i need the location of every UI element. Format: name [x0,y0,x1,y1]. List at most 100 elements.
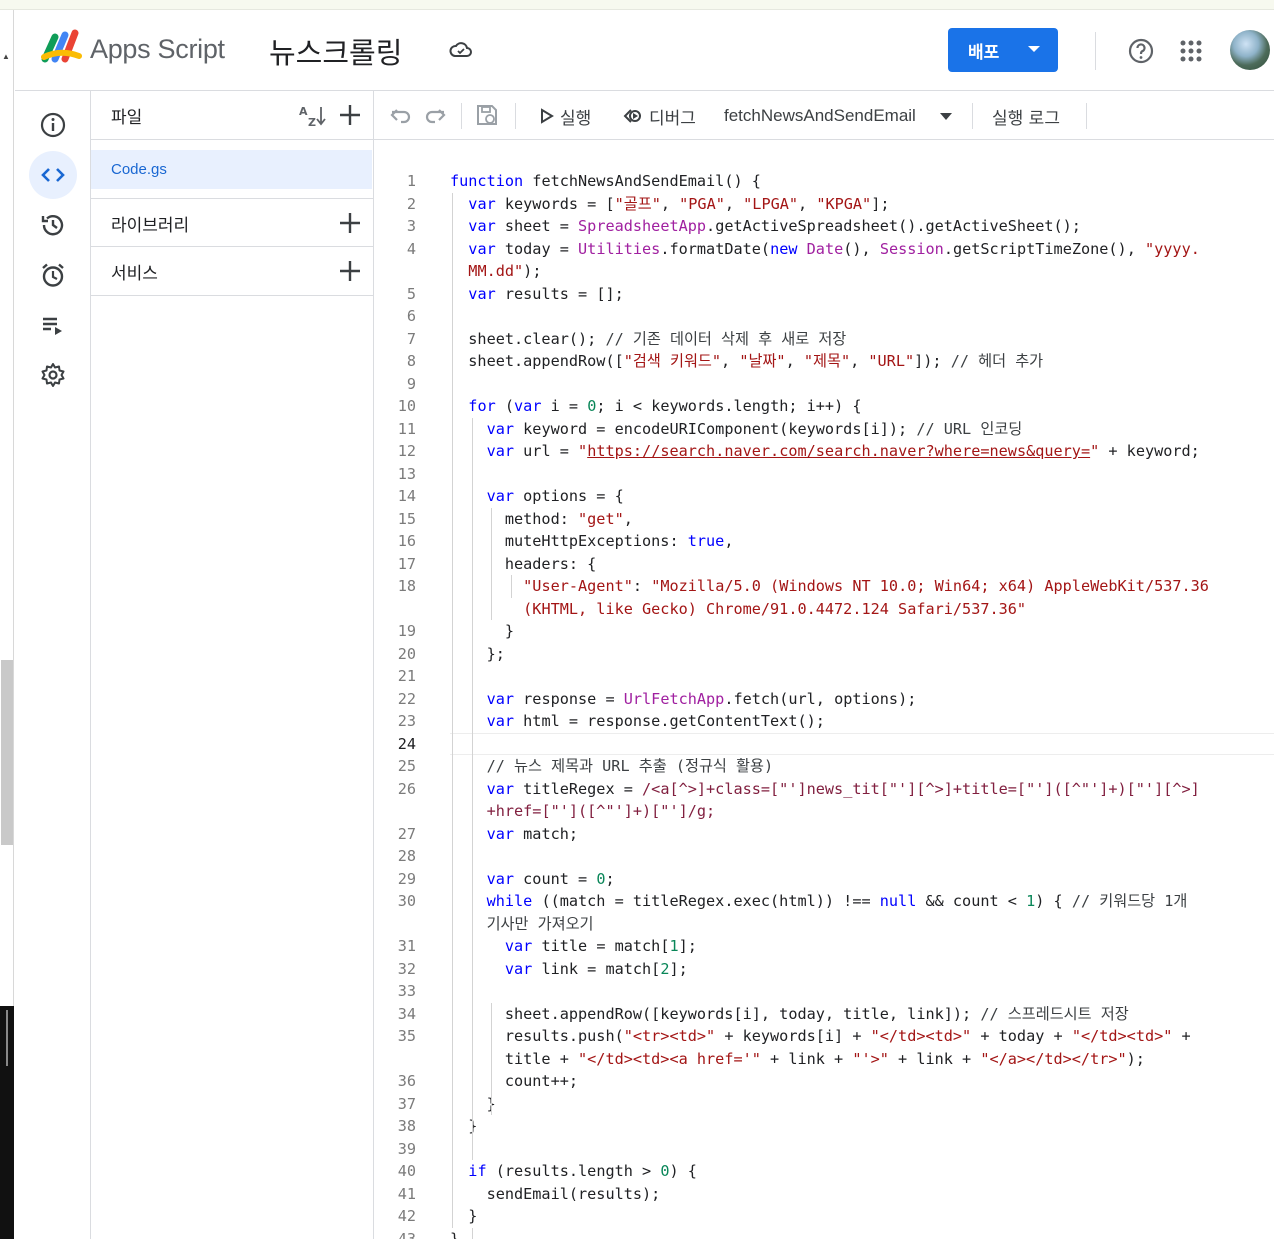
help-icon[interactable] [1127,37,1155,65]
editor-code-icon[interactable] [29,151,77,199]
project-title[interactable]: 뉴스크롤링 [269,30,402,72]
code-line[interactable]: 25 // 뉴스 제목과 URL 추출 (정규식 활용) [374,755,1274,778]
scroll-up-arrow-icon[interactable]: ▲ [2,52,10,61]
execution-log-button[interactable]: 실행 로그 [992,103,1060,129]
code-line[interactable]: 5 var results = []; [374,283,1274,306]
undo-icon[interactable] [389,103,413,127]
add-library-plus-icon[interactable] [338,211,362,235]
code-text: var results = []; [468,284,624,303]
code-line[interactable]: 40 if (results.length > 0) { [374,1160,1274,1183]
code-line[interactable]: title + "</td><td><a href='" + link + "'… [374,1048,1274,1071]
toolbar-divider [461,103,462,129]
overview-info-icon[interactable] [29,101,77,149]
code-line[interactable]: 34 sheet.appendRow([keywords[i], today, … [374,1003,1274,1026]
code-text: sheet.clear(); // 기존 데이터 삭제 후 새로 저장 [450,329,847,348]
outer-scrollbar[interactable]: ▲ [0,10,14,1239]
code-line[interactable]: 2 var keywords = ["골프", "PGA", "LPGA", "… [374,193,1274,216]
code-line[interactable]: 18 "User-Agent": "Mozilla/5.0 (Windows N… [374,575,1274,598]
code-text: function fetchNewsAndSendEmail() { [450,172,761,190]
debug-button[interactable]: 디버그 [622,103,696,129]
code-line[interactable]: 38 } [374,1115,1274,1138]
code-line[interactable]: 1 function fetchNewsAndSendEmail() { [374,170,1274,193]
code-text: } [450,1207,478,1225]
code-text: var count = 0; [486,869,615,888]
code-line[interactable]: 39 [374,1138,1274,1161]
chevron-down-icon [1028,46,1040,52]
code-text: var html = response.getContentText(); [486,712,825,730]
deploy-button[interactable]: 배포 [948,28,1058,72]
files-panel: 파일 A Z Code.gs 라이브러리 서비스 [91,91,374,1239]
code-line[interactable]: 9 [374,373,1274,396]
line-number: 9 [406,374,416,393]
code-line[interactable]: (KHTML, like Gecko) Chrome/91.0.4472.124… [374,598,1274,621]
code-line[interactable]: 27 var match; [374,823,1274,846]
code-line[interactable]: 12 var url = "https://search.naver.com/s… [374,440,1274,463]
add-file-plus-icon[interactable] [338,103,362,127]
executions-icon[interactable] [29,301,77,349]
code-line[interactable]: 13 [374,463,1274,486]
code-text: results.push("<tr><td>" + keywords[i] + … [450,1027,1191,1045]
history-icon[interactable] [29,201,77,249]
app-name[interactable]: Apps Script [90,34,225,65]
save-icon[interactable] [475,103,499,127]
code-line[interactable]: 22 var response = UrlFetchApp.fetch(url,… [374,688,1274,711]
services-section: 서비스 [91,247,374,296]
code-line[interactable]: 30 while ((match = titleRegex.exec(html)… [374,890,1274,913]
svg-text:A: A [299,105,308,118]
code-line[interactable]: 21 [374,665,1274,688]
line-number: 6 [406,307,416,325]
code-line[interactable]: 31 var title = match[1]; [374,935,1274,958]
code-line[interactable]: 41 sendEmail(results); [374,1183,1274,1206]
code-line[interactable]: 7 sheet.clear(); // 기존 데이터 삭제 후 새로 저장 [374,328,1274,351]
code-text: MM.dd"); [468,262,542,280]
avatar[interactable] [1230,30,1270,70]
code-line[interactable]: 3 var sheet = SpreadsheetApp.getActiveSp… [374,215,1274,238]
redo-icon[interactable] [423,103,447,127]
sort-az-icon[interactable]: A Z [298,103,326,129]
code-line[interactable]: 11 var keyword = encodeURIComponent(keyw… [374,418,1274,441]
code-line[interactable]: 26 var titleRegex = /<a[^>]+class=["']ne… [374,778,1274,801]
add-service-plus-icon[interactable] [338,259,362,283]
code-line[interactable]: 23 var html = response.getContentText(); [374,710,1274,733]
code-line[interactable]: 기사만 가져오기 [374,913,1274,936]
code-line[interactable]: 16 muteHttpExceptions: true, [374,530,1274,553]
line-number: 18 [397,577,416,595]
code-text: sendEmail(results); [450,1184,661,1203]
code-editor[interactable]: 1 function fetchNewsAndSendEmail() {2 var… [374,140,1274,1239]
code-line[interactable]: 32 var link = match[2]; [374,958,1274,981]
code-line[interactable]: 24 [374,732,1274,755]
code-line[interactable]: 33 [374,980,1274,1003]
line-number: 31 [397,937,416,955]
code-line[interactable]: 14 var options = { [374,485,1274,508]
code-line[interactable]: 19 } [374,620,1274,643]
line-number: 13 [397,464,416,483]
alarm-trigger-icon[interactable] [29,251,77,299]
settings-gear-icon[interactable] [29,351,77,399]
function-select[interactable]: fetchNewsAndSendEmail [724,106,916,126]
code-line[interactable]: 37 } [374,1093,1274,1116]
chevron-down-icon[interactable] [940,113,952,120]
code-line[interactable]: 17 headers: { [374,553,1274,576]
line-number: 26 [397,779,416,798]
code-line[interactable]: 36 count++; [374,1070,1274,1093]
code-line[interactable]: 8 sheet.appendRow(["검색 키워드", "날짜", "제목",… [374,350,1274,373]
run-button[interactable]: 실행 [540,103,591,129]
apps-grid-icon[interactable] [1179,39,1203,63]
code-line[interactable]: 29 var count = 0; [374,868,1274,891]
code-line[interactable]: 4 var today = Utilities.formatDate(new D… [374,238,1274,261]
code-line[interactable]: 43} [374,1228,1274,1239]
apps-script-logo-icon[interactable] [41,29,83,65]
code-line[interactable]: 42 } [374,1205,1274,1228]
code-line[interactable]: 20 }; [374,643,1274,666]
scrollbar-thumb[interactable] [1,660,13,845]
line-number: 12 [397,442,416,460]
code-line[interactable]: 15 method: "get", [374,508,1274,531]
code-line[interactable]: +href=["']([^"']+)["']/g; [374,800,1274,823]
code-line[interactable]: 35 results.push("<tr><td>" + keywords[i]… [374,1025,1274,1048]
code-line[interactable]: 28 [374,845,1274,868]
line-number: 43 [397,1229,416,1239]
code-line[interactable]: 6 [374,305,1274,328]
file-item-code-gs[interactable]: Code.gs [91,150,372,189]
code-line[interactable]: 10 for (var i = 0; i < keywords.length; … [374,395,1274,418]
code-line[interactable]: MM.dd"); [374,260,1274,283]
